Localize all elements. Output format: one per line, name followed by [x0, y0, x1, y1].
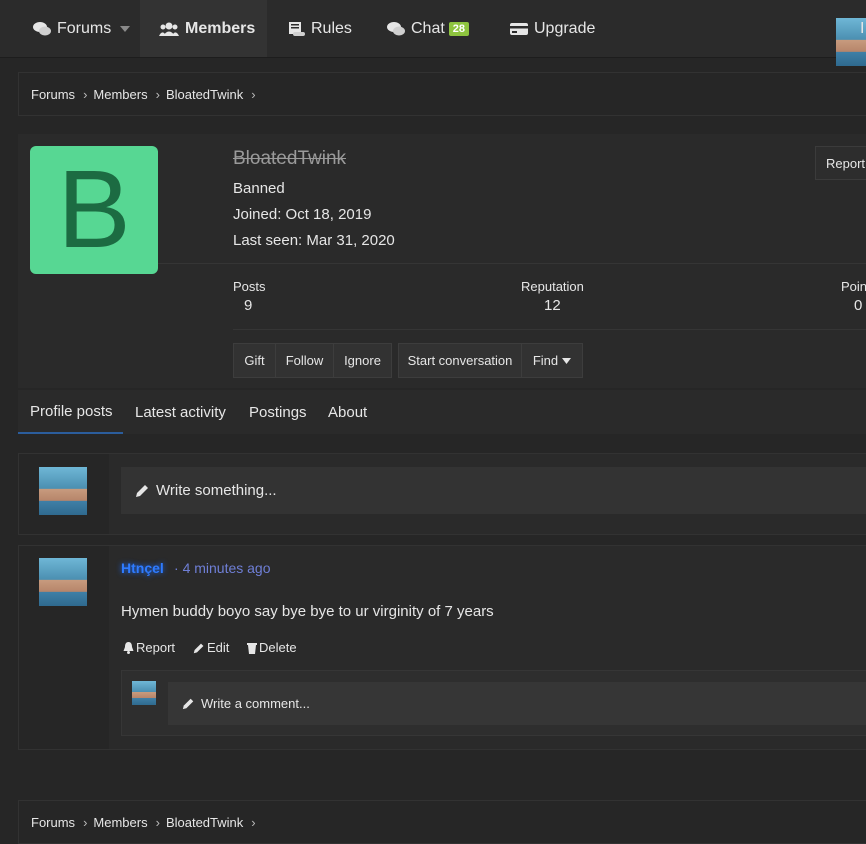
stat-reputation-label: Reputation: [521, 279, 584, 294]
post-time[interactable]: · 4 minutes ago: [174, 560, 271, 576]
time-value: 4 minutes ago: [182, 560, 271, 576]
divider: [233, 329, 866, 330]
profile-avatar: B: [30, 146, 158, 274]
profile-username: BloatedTwink: [233, 148, 347, 169]
nav-upgrade[interactable]: Upgrade: [510, 0, 595, 57]
find-label: Find: [532, 353, 559, 368]
report-label: Report: [136, 640, 176, 655]
nav-forums[interactable]: Forums: [33, 0, 111, 57]
joined-value: Oct 18, 2019: [285, 206, 372, 223]
last-seen-label: Last seen:: [233, 232, 303, 249]
breadcrumb-item[interactable]: BloatedTwink ›: [166, 87, 256, 102]
pencil-icon: [136, 485, 148, 497]
top-navigation: Forums Members Rules Chat 28 Upgrade I: [0, 0, 866, 66]
profile-tabs: Profile posts Latest activity Postings A…: [18, 390, 866, 434]
current-user-avatar[interactable]: [39, 467, 87, 515]
footer-breadcrumb: Forums › Members › BloatedTwink ›: [18, 800, 866, 844]
tab-profile-posts[interactable]: Profile posts: [18, 390, 123, 434]
write-placeholder: Write something...: [156, 482, 277, 499]
joined-label: Joined:: [233, 206, 282, 223]
nav-chat[interactable]: Chat 28: [387, 0, 470, 57]
last-seen: Last seen: Mar 31, 2020: [233, 232, 395, 249]
edit-label: Edit: [207, 640, 230, 655]
chat-count-badge: 28: [448, 21, 470, 36]
credit-card-icon: [510, 22, 528, 35]
breadcrumb-label: Members: [93, 814, 148, 830]
caret-down-icon: [562, 357, 572, 364]
chevron-right-icon: ›: [83, 86, 88, 102]
chevron-right-icon: ›: [83, 814, 88, 830]
nav-forums-dropdown[interactable]: [111, 0, 139, 57]
breadcrumb-label: Members: [93, 86, 148, 102]
stat-posts-value[interactable]: 9: [244, 297, 252, 314]
breadcrumb-item[interactable]: Forums ›: [31, 87, 87, 102]
scroll-icon: [289, 21, 305, 36]
comments-icon: [33, 21, 51, 35]
nav-members[interactable]: Members: [140, 0, 267, 57]
breadcrumb-item[interactable]: Members ›: [93, 87, 160, 102]
breadcrumb-label: Forums: [31, 86, 76, 102]
breadcrumb-item[interactable]: Members ›: [93, 815, 160, 830]
users-icon: [159, 22, 179, 36]
tab-about[interactable]: About: [328, 390, 367, 434]
post-report-link[interactable]: Report: [123, 640, 175, 655]
profile-actions: Gift Follow Ignore Start conversation Fi…: [233, 343, 583, 378]
avatar-letter: B: [57, 148, 131, 271]
last-seen-value: Mar 31, 2020: [306, 232, 395, 249]
comments-icon: [387, 21, 405, 35]
post-author-avatar[interactable]: [39, 558, 87, 606]
ignore-button[interactable]: Ignore: [334, 343, 392, 378]
write-something-input[interactable]: Write something...: [121, 467, 866, 514]
chevron-right-icon: ›: [251, 814, 256, 830]
breadcrumb: Forums › Members › BloatedTwink ›: [18, 72, 866, 116]
nav-members-label: Members: [185, 19, 256, 37]
write-comment-input[interactable]: Write a comment...: [168, 682, 866, 725]
nav-rules[interactable]: Rules: [287, 0, 352, 57]
tab-latest-activity[interactable]: Latest activity: [135, 390, 226, 434]
user-name-initial: I: [860, 20, 865, 37]
pencil-icon: [182, 698, 194, 710]
breadcrumb-label: Forums: [31, 814, 76, 830]
chevron-right-icon: ›: [155, 814, 160, 830]
tab-postings[interactable]: Postings: [249, 390, 307, 434]
breadcrumb-item[interactable]: Forums ›: [31, 815, 87, 830]
stat-points-value[interactable]: 0: [854, 297, 862, 314]
bell-icon: [123, 641, 134, 654]
nav-upgrade-label: Upgrade: [534, 19, 596, 37]
user-status: Banned: [233, 180, 285, 197]
nav-rules-label: Rules: [311, 19, 352, 37]
stat-points-label: Poin: [841, 279, 866, 294]
find-button[interactable]: Find: [522, 343, 583, 378]
trash-icon: [247, 642, 257, 654]
breadcrumb-label: BloatedTwink: [165, 814, 244, 830]
breadcrumb-label: BloatedTwink: [165, 86, 244, 102]
report-button[interactable]: Report: [815, 146, 866, 180]
follow-button[interactable]: Follow: [276, 343, 334, 378]
chevron-right-icon: ›: [251, 86, 256, 102]
pencil-icon: [193, 643, 204, 653]
comment-user-avatar[interactable]: [132, 681, 156, 705]
post-body: Hymen buddy boyo say bye bye to ur virgi…: [121, 603, 494, 620]
caret-down-icon: [120, 25, 130, 32]
stat-reputation-value[interactable]: 12: [544, 297, 561, 314]
post-author-name[interactable]: Htnçel: [121, 560, 164, 576]
gift-button[interactable]: Gift: [233, 343, 276, 378]
joined-date: Joined: Oct 18, 2019: [233, 206, 371, 223]
nav-forums-label: Forums: [57, 19, 112, 37]
chevron-right-icon: ›: [155, 86, 160, 102]
start-conversation-button[interactable]: Start conversation: [398, 343, 522, 378]
stat-posts-label: Posts: [233, 279, 266, 294]
comment-placeholder: Write a comment...: [201, 696, 310, 711]
divider: [158, 263, 866, 264]
nav-chat-label: Chat: [411, 19, 445, 37]
breadcrumb-item[interactable]: BloatedTwink ›: [166, 815, 256, 830]
time-separator: ·: [174, 560, 179, 576]
post-delete-link[interactable]: Delete: [247, 640, 297, 655]
post-edit-link[interactable]: Edit: [193, 640, 229, 655]
delete-label: Delete: [259, 640, 297, 655]
